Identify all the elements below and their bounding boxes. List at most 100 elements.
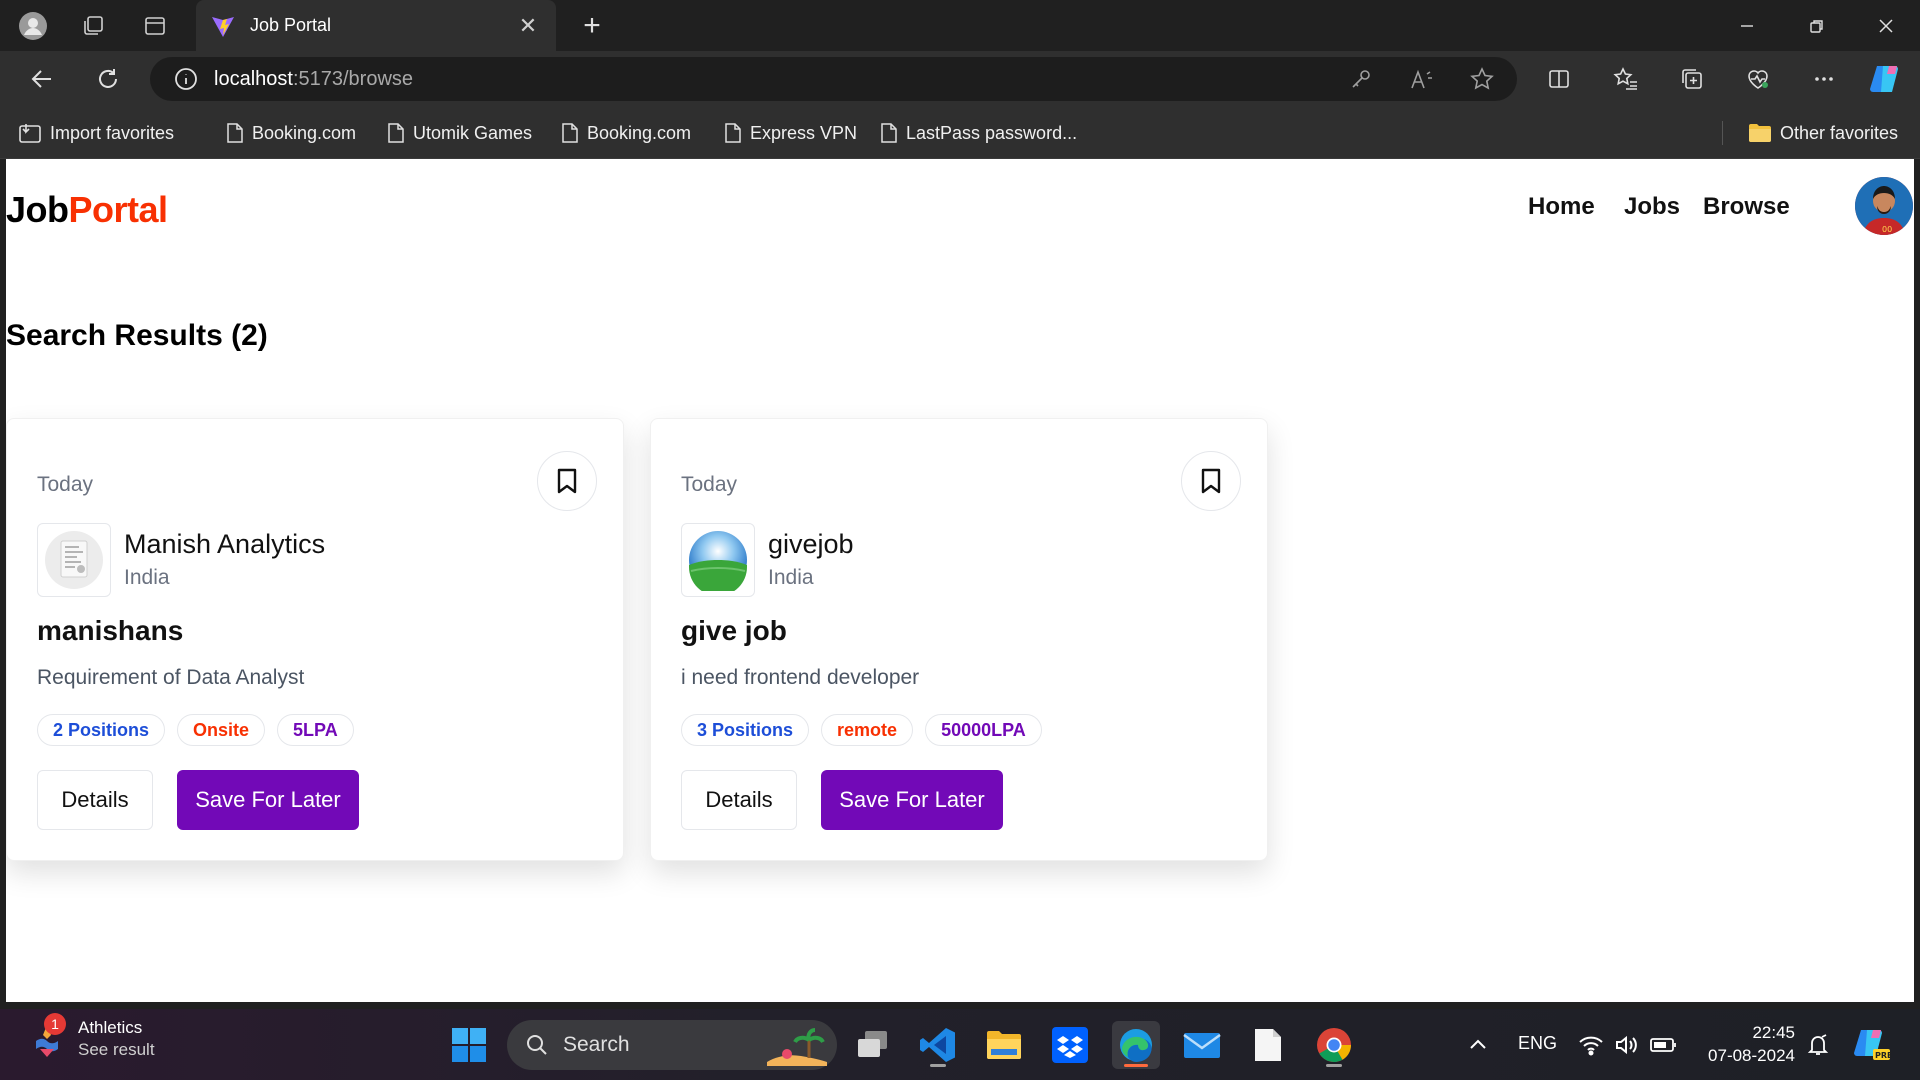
notepad-icon[interactable] bbox=[1244, 1021, 1292, 1069]
other-favorites-label: Other favorites bbox=[1780, 122, 1899, 143]
favorites-divider bbox=[1722, 121, 1723, 145]
workspaces-icon[interactable] bbox=[76, 9, 110, 43]
page-icon bbox=[388, 123, 404, 143]
user-avatar[interactable]: 00 bbox=[1855, 177, 1913, 235]
windows-logo-icon bbox=[452, 1028, 486, 1062]
page-icon bbox=[881, 123, 897, 143]
url-text: localhost:5173/browse bbox=[214, 68, 413, 91]
positions-badge: 2 Positions bbox=[37, 714, 166, 746]
nav-home[interactable]: Home bbox=[1528, 193, 1595, 221]
windows-taskbar: 1 Athletics See result Search ENG 22:45 … bbox=[0, 1009, 1920, 1080]
bookmark-button[interactable] bbox=[537, 451, 597, 511]
browser-tab-bar: Job Portal ✕ + bbox=[0, 0, 1920, 51]
import-icon bbox=[19, 124, 41, 143]
nav-jobs[interactable]: Jobs bbox=[1624, 193, 1680, 221]
site-logo[interactable]: JobPortal bbox=[6, 189, 168, 231]
read-aloud-icon[interactable] bbox=[1407, 65, 1437, 93]
bookmark-button[interactable] bbox=[1181, 451, 1241, 511]
widget-title: Athletics bbox=[78, 1018, 143, 1037]
favorite-label: Booking.com bbox=[252, 122, 357, 143]
url-host: localhost bbox=[214, 67, 293, 90]
close-tab-icon[interactable]: ✕ bbox=[514, 13, 542, 39]
tab-job-portal[interactable]: Job Portal ✕ bbox=[196, 0, 556, 51]
favorites-bar: Import favorites Booking.com Utomik Game… bbox=[0, 107, 1920, 159]
notifications-bell-icon[interactable] bbox=[1794, 1021, 1842, 1069]
positions-badge: 3 Positions bbox=[681, 714, 810, 746]
file-explorer-icon[interactable] bbox=[980, 1021, 1028, 1069]
browser-essentials-icon[interactable] bbox=[1738, 61, 1778, 97]
battery-icon[interactable] bbox=[1640, 1021, 1688, 1069]
password-key-icon[interactable] bbox=[1346, 65, 1376, 93]
new-tab-button[interactable]: + bbox=[574, 8, 610, 44]
widgets-button[interactable]: 1 Athletics See result bbox=[30, 1013, 155, 1061]
favorite-star-icon[interactable] bbox=[1467, 65, 1497, 93]
restore-icon[interactable] bbox=[1797, 8, 1837, 44]
company-name: givejob bbox=[768, 529, 854, 559]
details-button[interactable]: Details bbox=[681, 770, 797, 830]
posted-date: Today bbox=[37, 473, 94, 496]
favorite-lastpass[interactable]: LastPass password... bbox=[880, 119, 1077, 147]
running-indicator bbox=[1326, 1064, 1342, 1067]
favorite-import[interactable]: Import favorites bbox=[18, 119, 174, 147]
job-type-badge: remote bbox=[821, 714, 914, 746]
details-button[interactable]: Details bbox=[37, 770, 153, 830]
nav-browse[interactable]: Browse bbox=[1703, 193, 1790, 221]
job-title: manishans bbox=[37, 615, 184, 646]
save-for-later-button[interactable]: Save For Later bbox=[821, 770, 1003, 830]
favorite-booking-2[interactable]: Booking.com bbox=[561, 119, 691, 147]
clock-time: 22:45 bbox=[1752, 1023, 1795, 1042]
system-clock[interactable]: 22:45 07-08-2024 bbox=[1695, 1021, 1795, 1067]
task-view-icon[interactable] bbox=[849, 1021, 897, 1069]
nav-home-link[interactable]: Home bbox=[1528, 193, 1595, 221]
save-for-later-button[interactable]: Save For Later bbox=[177, 770, 359, 830]
favorites-list-icon[interactable] bbox=[1606, 61, 1646, 97]
vscode-icon[interactable] bbox=[914, 1021, 962, 1069]
mail-icon[interactable] bbox=[1178, 1021, 1226, 1069]
job-card[interactable]: Today givejob India give job i need fron… bbox=[650, 418, 1268, 861]
job-card[interactable]: Today Manish Analytics India manishans R… bbox=[6, 418, 624, 861]
favorite-utomik[interactable]: Utomik Games bbox=[387, 119, 532, 147]
profile-icon[interactable] bbox=[16, 9, 50, 43]
copilot-icon[interactable] bbox=[1866, 61, 1906, 97]
taskbar-search[interactable]: Search bbox=[507, 1020, 837, 1070]
collections-icon[interactable] bbox=[1672, 61, 1712, 97]
job-description: Requirement of Data Analyst bbox=[37, 666, 305, 689]
posted-date: Today bbox=[681, 473, 738, 496]
logo-accent-text: Portal bbox=[68, 189, 169, 230]
favorite-express-vpn[interactable]: Express VPN bbox=[724, 119, 857, 147]
nav-jobs-link[interactable]: Jobs bbox=[1624, 193, 1680, 221]
other-favorites[interactable]: Other favorites bbox=[1748, 119, 1898, 147]
more-options-icon[interactable] bbox=[1804, 61, 1844, 97]
copilot-preview-icon[interactable]: PRE bbox=[1848, 1021, 1896, 1069]
search-highlight-beach-icon bbox=[767, 1028, 827, 1066]
favorite-booking-1[interactable]: Booking.com bbox=[226, 119, 356, 147]
show-hidden-icons-chevron-up-icon[interactable] bbox=[1454, 1021, 1502, 1069]
athletics-widget-icon: 1 bbox=[30, 1013, 66, 1059]
url-field[interactable]: localhost:5173/browse bbox=[150, 57, 1517, 101]
url-path: :5173/browse bbox=[292, 67, 414, 90]
nav-browse-link[interactable]: Browse bbox=[1703, 193, 1790, 221]
chrome-icon[interactable] bbox=[1310, 1021, 1358, 1069]
company-location: India bbox=[768, 566, 814, 589]
job-badges: 2 Positions Onsite 5LPA bbox=[37, 714, 354, 746]
back-arrow-icon[interactable] bbox=[22, 61, 62, 97]
minimize-icon[interactable] bbox=[1727, 8, 1767, 44]
company-logo bbox=[681, 523, 755, 597]
salary-badge: 50000LPA bbox=[925, 714, 1042, 746]
job-title: give job bbox=[681, 615, 787, 646]
split-screen-icon[interactable] bbox=[1539, 61, 1579, 97]
start-button[interactable] bbox=[445, 1021, 493, 1069]
salary-badge: 5LPA bbox=[277, 714, 354, 746]
dropbox-icon[interactable] bbox=[1046, 1021, 1094, 1069]
refresh-icon[interactable] bbox=[88, 61, 128, 97]
tab-title: Job Portal bbox=[250, 15, 332, 35]
close-window-icon[interactable] bbox=[1866, 8, 1906, 44]
tab-actions-icon[interactable] bbox=[138, 9, 172, 43]
site-info-icon[interactable] bbox=[174, 67, 198, 91]
language-indicator[interactable]: ENG bbox=[1518, 1033, 1557, 1054]
edge-browser-icon[interactable] bbox=[1112, 1021, 1160, 1069]
job-badges: 3 Positions remote 50000LPA bbox=[681, 714, 1042, 746]
svg-text:PRE: PRE bbox=[1875, 1051, 1891, 1060]
favorite-label: Express VPN bbox=[750, 122, 858, 143]
page-icon bbox=[562, 123, 578, 143]
